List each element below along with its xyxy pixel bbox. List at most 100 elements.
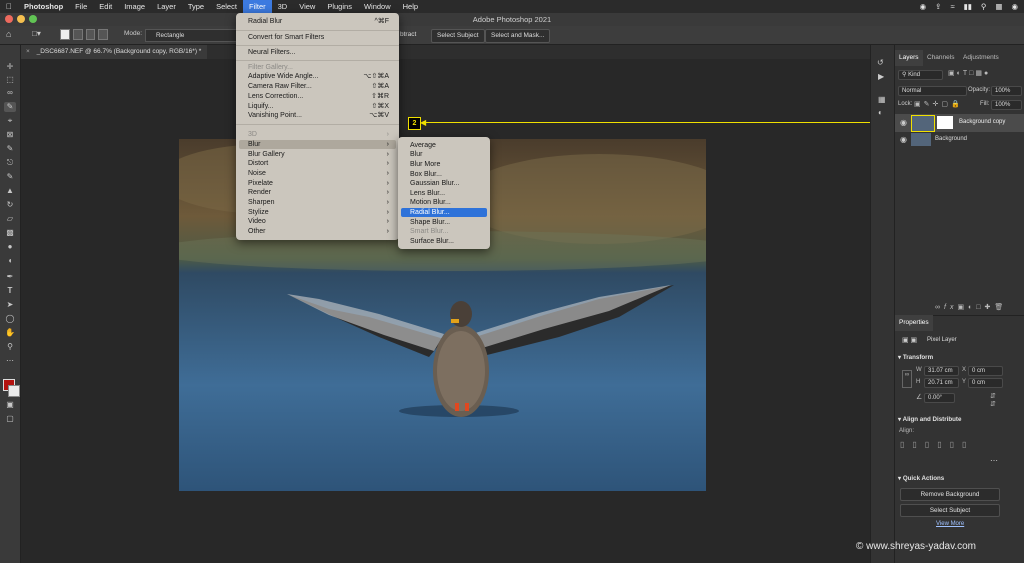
- blend-mode-select[interactable]: Normal: [898, 86, 967, 96]
- minimize-button[interactable]: [17, 15, 25, 23]
- angle-field[interactable]: 0.00°: [924, 393, 955, 403]
- menu-item-neural-filters[interactable]: Neural Filters...: [248, 48, 391, 57]
- menu-layer[interactable]: Layer: [151, 0, 182, 13]
- brush-tool-icon[interactable]: ✎: [4, 172, 16, 182]
- marquee-tool-icon[interactable]: □▾: [32, 29, 41, 38]
- remove-background-button[interactable]: Remove Background: [900, 488, 1000, 501]
- bluetooth-icon[interactable]: ⇪: [935, 2, 941, 11]
- layer-filter-icons[interactable]: ▣◐T□▦●: [948, 69, 990, 77]
- menu-item-vanishing-point[interactable]: Vanishing Point... ⌥⌘V: [248, 111, 391, 120]
- x-field[interactable]: 0 cm: [968, 366, 1003, 376]
- menu-item-video[interactable]: Video ›: [248, 217, 391, 226]
- background-color-swatch[interactable]: [8, 385, 20, 397]
- clone-stamp-tool-icon[interactable]: ▲: [4, 186, 16, 196]
- menu-plugins[interactable]: Plugins: [321, 0, 358, 13]
- document-tab[interactable]: × _DSC6687.NEF @ 66.7% (Background copy,…: [21, 45, 207, 59]
- menu-item-radial-blur-last[interactable]: Radial Blur ^⌘F: [248, 17, 391, 26]
- align-section-title[interactable]: ▾ Align and Distribute: [898, 416, 961, 423]
- path-selection-tool-icon[interactable]: ➤: [4, 300, 16, 310]
- search-icon[interactable]: ⚲: [981, 2, 987, 11]
- fill-field[interactable]: 100%: [991, 100, 1022, 110]
- layer-row-background[interactable]: ◉ Background: [895, 132, 1024, 148]
- screen-mode-icon[interactable]: ▢: [4, 414, 16, 424]
- y-field[interactable]: 0 cm: [968, 378, 1003, 388]
- height-field[interactable]: 20.71 cm: [924, 378, 959, 388]
- submenu-item-lens-blur[interactable]: Lens Blur...: [410, 189, 482, 198]
- eyedropper-tool-icon[interactable]: ✎: [4, 144, 16, 154]
- menu-window[interactable]: Window: [358, 0, 397, 13]
- menu-select[interactable]: Select: [210, 0, 243, 13]
- menu-file[interactable]: File: [69, 0, 93, 13]
- menu-help[interactable]: Help: [397, 0, 424, 13]
- zoom-tool-icon[interactable]: ⚲: [4, 342, 16, 352]
- layer-kind-filter[interactable]: ⚲ Kind: [898, 70, 943, 80]
- submenu-item-surface-blur[interactable]: Surface Blur...: [410, 237, 482, 246]
- menu-item-other[interactable]: Other ›: [248, 227, 391, 236]
- menu-edit[interactable]: Edit: [93, 0, 118, 13]
- menu-item-adaptive-wide-angle[interactable]: Adaptive Wide Angle... ⌥⇧⌘A: [248, 72, 391, 81]
- menu-item-noise[interactable]: Noise ›: [248, 169, 391, 178]
- submenu-item-box-blur[interactable]: Box Blur...: [410, 170, 482, 179]
- link-dimensions-icon[interactable]: ∞: [902, 370, 912, 388]
- tab-layers[interactable]: Layers: [895, 50, 923, 66]
- visibility-eye-icon[interactable]: ◉: [900, 118, 907, 127]
- wifi-icon[interactable]: ≈: [950, 2, 954, 11]
- quick-mask-icon[interactable]: ▣: [4, 400, 16, 410]
- actions-icon[interactable]: ▶: [878, 72, 884, 81]
- submenu-item-radial-blur[interactable]: Radial Blur...: [410, 208, 482, 217]
- view-more-link[interactable]: View More: [936, 521, 964, 527]
- tab-properties[interactable]: Properties: [895, 315, 933, 331]
- menu-item-stylize[interactable]: Stylize ›: [248, 208, 391, 217]
- menu-image[interactable]: Image: [118, 0, 151, 13]
- align-buttons-icons[interactable]: ▯▯▯▯▯▯: [900, 440, 974, 449]
- hand-tool-icon[interactable]: ✋: [4, 328, 16, 338]
- submenu-item-blur-more[interactable]: Blur More: [410, 160, 482, 169]
- submenu-item-motion-blur[interactable]: Motion Blur...: [410, 198, 482, 207]
- new-selection-icon[interactable]: [60, 29, 70, 40]
- adjustments-icon[interactable]: ◐: [878, 108, 883, 117]
- home-icon[interactable]: ⌂: [6, 29, 11, 39]
- lock-icons[interactable]: ▣✎✛▢🔒: [914, 100, 963, 108]
- close-tab-icon[interactable]: ×: [26, 48, 30, 55]
- menu-photoshop[interactable]: Photoshop: [18, 0, 69, 13]
- eraser-tool-icon[interactable]: ▱: [4, 214, 16, 224]
- dodge-tool-icon[interactable]: ◖: [4, 256, 16, 266]
- submenu-item-blur[interactable]: Blur: [410, 150, 482, 159]
- menu-item-liquify[interactable]: Liquify... ⇧⌘X: [248, 102, 391, 111]
- tab-adjustments[interactable]: Adjustments: [959, 50, 1003, 66]
- layer-actions-icons[interactable]: ∞fx▣◐□✚🗑: [935, 303, 1007, 311]
- more-options-icon[interactable]: ⋯: [990, 456, 998, 465]
- subtract-selection-icon[interactable]: [85, 29, 96, 40]
- lasso-tool-icon[interactable]: ∞: [4, 88, 16, 98]
- add-selection-icon[interactable]: [72, 29, 83, 40]
- menu-item-blur[interactable]: Blur ›: [248, 140, 391, 149]
- menu-item-camera-raw[interactable]: Camera Raw Filter... ⇧⌘A: [248, 82, 391, 91]
- menu-view[interactable]: View: [293, 0, 321, 13]
- menu-item-lens-correction[interactable]: Lens Correction... ⇧⌘R: [248, 92, 391, 101]
- creative-cloud-icon[interactable]: ◉: [920, 2, 927, 11]
- flip-icons[interactable]: ⇵ ⇵: [990, 392, 996, 408]
- menu-item-distort[interactable]: Distort ›: [248, 159, 391, 168]
- menu-filter[interactable]: Filter: [242, 0, 272, 13]
- transform-section-title[interactable]: ▾ Transform: [898, 354, 933, 361]
- menu-3d[interactable]: 3D: [272, 0, 294, 13]
- menu-item-pixelate[interactable]: Pixelate ›: [248, 179, 391, 188]
- more-tools-icon[interactable]: ⋯: [4, 356, 16, 366]
- battery-icon[interactable]: ▮▮: [964, 2, 972, 11]
- tab-channels[interactable]: Channels: [923, 50, 958, 66]
- history-brush-tool-icon[interactable]: ↻: [4, 200, 16, 210]
- menu-type[interactable]: Type: [182, 0, 210, 13]
- opacity-field[interactable]: 100%: [991, 86, 1022, 96]
- quick-select-subject-button[interactable]: Select Subject: [900, 504, 1000, 517]
- submenu-item-gaussian-blur[interactable]: Gaussian Blur...: [410, 179, 482, 188]
- menu-item-convert-smart-filters[interactable]: Convert for Smart Filters: [248, 33, 391, 42]
- submenu-item-shape-blur[interactable]: Shape Blur...: [410, 218, 482, 227]
- type-tool-icon[interactable]: T: [4, 286, 16, 296]
- shape-tool-icon[interactable]: ◯: [4, 314, 16, 324]
- pen-tool-icon[interactable]: ✒: [4, 272, 16, 282]
- menu-item-sharpen[interactable]: Sharpen ›: [248, 198, 391, 207]
- control-center-icon[interactable]: ▦: [995, 2, 1002, 11]
- select-and-mask-button[interactable]: Select and Mask...: [485, 29, 551, 43]
- apple-icon[interactable]: : [0, 0, 18, 13]
- width-field[interactable]: 31.07 cm: [924, 366, 959, 376]
